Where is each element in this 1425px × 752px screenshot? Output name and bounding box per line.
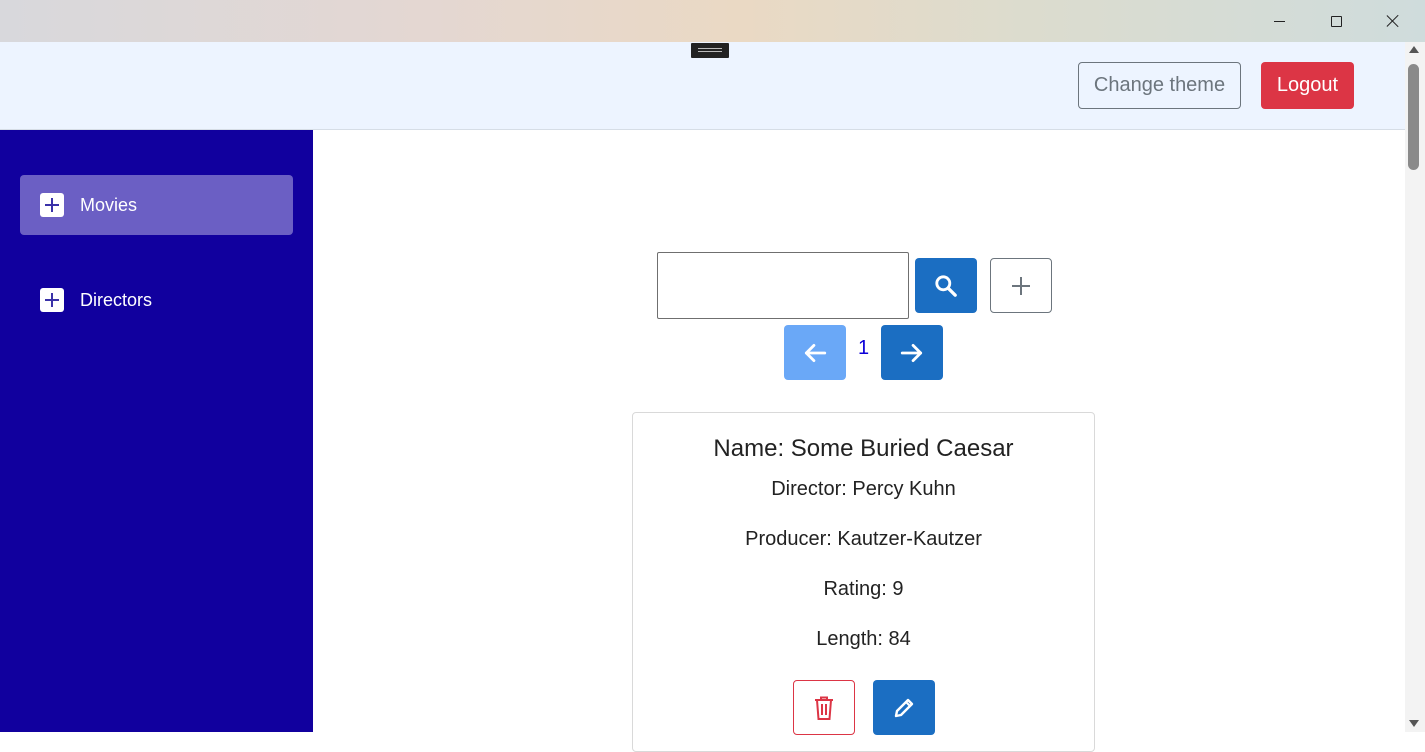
trash-icon — [815, 696, 833, 720]
sidebar-item-label: Directors — [80, 289, 153, 310]
sidebar: Movies Directors — [0, 130, 313, 732]
delete-movie-button[interactable] — [793, 680, 855, 735]
previous-page-button[interactable] — [784, 325, 846, 380]
sidebar-item-label: Movies — [80, 194, 138, 215]
minimize-icon — [1273, 20, 1285, 22]
movie-rating: Rating: 9 — [823, 578, 904, 600]
plus-icon — [40, 288, 64, 312]
add-movie-button[interactable] — [990, 258, 1052, 313]
next-page-button[interactable] — [881, 325, 943, 380]
maximize-button[interactable] — [1307, 0, 1365, 42]
close-window-button[interactable] — [1364, 0, 1422, 42]
window-titlebar — [0, 0, 1425, 42]
logout-button[interactable]: Logout — [1261, 62, 1354, 109]
movie-length: Length: 84 — [816, 628, 911, 650]
search-button[interactable] — [915, 258, 977, 313]
search-icon — [935, 274, 957, 297]
current-page-number: 1 — [857, 337, 870, 359]
movie-name: Name: Some Buried Caesar — [713, 435, 1014, 462]
scroll-up-icon[interactable] — [1409, 46, 1419, 53]
maximize-icon — [1330, 15, 1342, 27]
minimize-button[interactable] — [1250, 0, 1308, 42]
plus-icon — [1012, 276, 1030, 295]
scroll-down-icon[interactable] — [1409, 720, 1419, 727]
arrow-right-icon — [900, 343, 923, 362]
sidebar-item-movies[interactable]: Movies — [20, 175, 293, 235]
search-input[interactable] — [657, 252, 909, 319]
arrow-left-icon — [804, 343, 827, 362]
scrollbar-thumb[interactable] — [1408, 64, 1419, 170]
change-theme-button[interactable]: Change theme — [1078, 62, 1241, 109]
sidebar-item-directors[interactable]: Directors — [20, 270, 293, 330]
drag-handle-icon[interactable] — [691, 43, 729, 58]
close-icon — [1386, 14, 1400, 28]
movie-producer: Producer: Kautzer-Kautzer — [745, 528, 982, 550]
movie-director: Director: Percy Kuhn — [771, 478, 956, 500]
plus-icon — [40, 193, 64, 217]
edit-movie-button[interactable] — [873, 680, 935, 735]
movie-card: Name: Some Buried Caesar Director: Percy… — [632, 412, 1095, 752]
pencil-icon — [894, 698, 914, 717]
